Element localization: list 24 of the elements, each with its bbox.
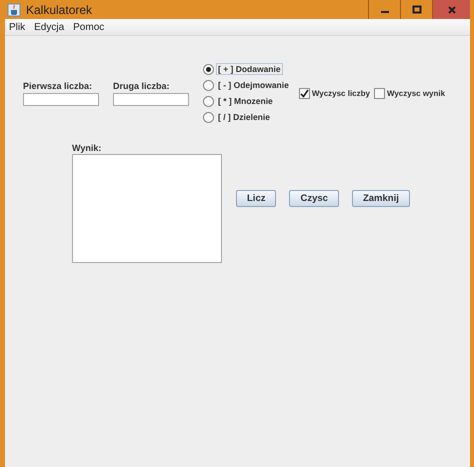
result-label: Wynik:: [72, 143, 102, 154]
menu-item[interactable]: Edycja: [34, 22, 64, 32]
operation-radio[interactable]: [ - ] Odejmowanie: [203, 79, 291, 91]
field-label: Druga liczba:: [113, 80, 171, 92]
close-button[interactable]: [432, 0, 470, 19]
action-button[interactable]: Zamknij: [352, 190, 410, 206]
action-button[interactable]: Licz: [236, 190, 276, 206]
number-field[interactable]: [113, 92, 189, 106]
action-button[interactable]: Czysc: [289, 190, 339, 206]
option-checkbox[interactable]: Wyczysc liczby: [298, 88, 370, 98]
check-mark-icon: [300, 88, 309, 98]
menu-item[interactable]: Pomoc: [73, 22, 104, 32]
result-area[interactable]: [72, 154, 222, 263]
window-title: Kalkulatorek: [26, 2, 92, 16]
minimize-icon: [380, 11, 388, 13]
field-label: Pierwsza liczba:: [23, 80, 94, 92]
maximize-icon: [412, 4, 422, 14]
coffee-cup-icon: [7, 2, 21, 16]
number-field[interactable]: [23, 92, 99, 106]
menu-item[interactable]: Plik: [9, 22, 26, 32]
option-checkbox[interactable]: Wyczysc wynik: [374, 88, 446, 98]
operation-radio[interactable]: [ / ] Dzielenie: [203, 111, 291, 123]
operation-radio[interactable]: [ * ] Mnozenie: [203, 95, 291, 107]
close-icon: [446, 4, 456, 14]
